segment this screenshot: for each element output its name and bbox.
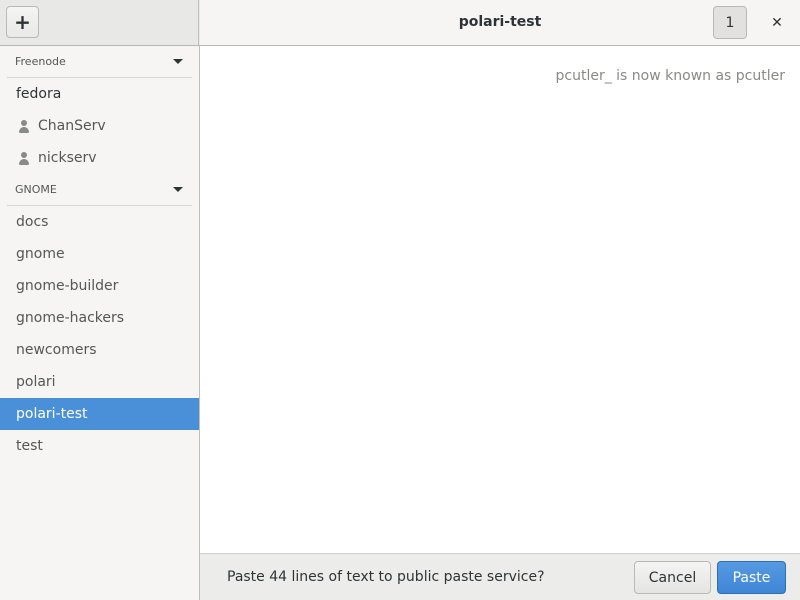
- room-item-polari-test[interactable]: polari-test: [0, 398, 199, 430]
- room-item-nickserv[interactable]: nickserv: [0, 142, 199, 174]
- polari-window: + polari-test 1 ✕ Freenode fedora ChanSe…: [0, 0, 800, 600]
- close-icon: ✕: [771, 14, 783, 31]
- room-label: ChanServ: [38, 118, 106, 134]
- room-label: test: [16, 438, 43, 454]
- room-item-fedora[interactable]: fedora: [0, 78, 199, 110]
- room-item-test[interactable]: test: [0, 430, 199, 462]
- room-item-polari[interactable]: polari: [0, 366, 199, 398]
- network-name: GNOME: [15, 183, 57, 196]
- person-icon: [19, 120, 29, 133]
- room-label: gnome-builder: [16, 278, 119, 294]
- network-header-freenode[interactable]: Freenode: [7, 46, 192, 78]
- network-header-gnome[interactable]: GNOME: [7, 174, 192, 206]
- room-label: newcomers: [16, 342, 97, 358]
- user-count: 1: [725, 14, 735, 31]
- room-label: polari: [16, 374, 56, 390]
- nick-change-message: pcutler_ is now known as pcutler: [555, 68, 785, 84]
- close-button[interactable]: ✕: [761, 6, 793, 39]
- room-label: docs: [16, 214, 49, 230]
- room-label: fedora: [16, 86, 62, 102]
- header-bar: + polari-test 1 ✕: [0, 0, 800, 46]
- paste-confirmation-bar: Paste 44 lines of text to public paste s…: [200, 553, 800, 600]
- room-label: gnome-hackers: [16, 310, 125, 326]
- room-label: polari-test: [16, 406, 88, 422]
- person-icon: [19, 152, 29, 165]
- chevron-down-icon[interactable]: [173, 59, 183, 64]
- paste-prompt: Paste 44 lines of text to public paste s…: [227, 569, 545, 585]
- network-name: Freenode: [15, 55, 66, 68]
- room-label: gnome: [16, 246, 65, 262]
- room-item-newcomers[interactable]: newcomers: [0, 334, 199, 366]
- window-title: polari-test: [458, 14, 542, 30]
- room-item-docs[interactable]: docs: [0, 206, 199, 238]
- chat-view[interactable]: pcutler_ is now known as pcutler: [200, 46, 800, 553]
- plus-icon: +: [14, 10, 31, 34]
- room-item-gnome[interactable]: gnome: [0, 238, 199, 270]
- paste-button[interactable]: Paste: [717, 561, 786, 594]
- room-item-chanserv[interactable]: ChanServ: [0, 110, 199, 142]
- room-item-gnome-builder[interactable]: gnome-builder: [0, 270, 199, 302]
- add-room-button[interactable]: +: [6, 6, 39, 38]
- room-item-gnome-hackers[interactable]: gnome-hackers: [0, 302, 199, 334]
- user-list-button[interactable]: 1: [713, 6, 747, 39]
- room-label: nickserv: [38, 150, 97, 166]
- cancel-button[interactable]: Cancel: [634, 561, 711, 594]
- room-list-sidebar: Freenode fedora ChanServ nickserv GNOME …: [0, 46, 200, 600]
- chevron-down-icon[interactable]: [173, 187, 183, 192]
